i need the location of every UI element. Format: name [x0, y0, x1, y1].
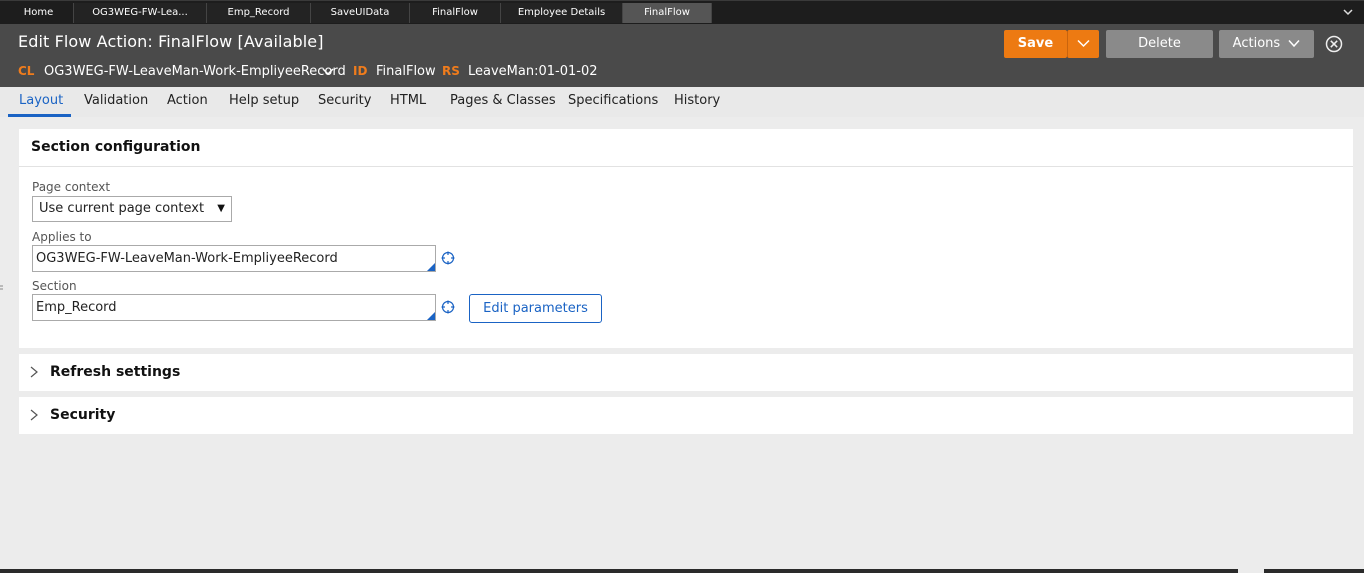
tab-layout[interactable]: Layout — [19, 93, 63, 108]
cl-value[interactable]: OG3WEG-FW-LeaveMan-Work-EmpliyeeRecord — [44, 64, 346, 79]
section-value: Emp_Record — [36, 300, 117, 315]
chevron-down-icon — [1288, 39, 1300, 48]
document-tab-strip: Home OG3WEG-FW-Lea... Emp_Record SaveUID… — [0, 0, 1364, 24]
tab-help-setup[interactable]: Help setup — [229, 93, 299, 108]
rule-form-tabs: Layout Validation Action Help setup Secu… — [0, 87, 1364, 117]
tab-employee-details[interactable]: Employee Details — [501, 3, 623, 23]
applies-to-label: Applies to — [32, 230, 92, 244]
rs-value[interactable]: LeaveMan:01-01-02 — [468, 64, 597, 79]
close-icon[interactable] — [1325, 35, 1343, 53]
crosshair-icon[interactable] — [441, 300, 455, 314]
actions-button[interactable]: Actions — [1219, 30, 1314, 58]
tab-action[interactable]: Action — [167, 93, 208, 108]
save-menu-button[interactable] — [1067, 30, 1099, 58]
id-value: FinalFlow — [376, 64, 436, 79]
tab-label: Emp_Record — [227, 7, 290, 18]
id-key: ID — [353, 64, 368, 78]
chevron-down-icon[interactable] — [322, 67, 334, 77]
tab-history[interactable]: History — [674, 93, 720, 108]
refresh-settings-panel[interactable]: Refresh settings — [19, 354, 1353, 391]
section-label: Section — [32, 279, 77, 293]
active-tab-indicator — [8, 114, 71, 117]
autocomplete-corner-icon — [427, 312, 435, 320]
applies-to-value: OG3WEG-FW-LeaveMan-Work-EmpliyeeRecord — [36, 251, 338, 266]
tab-label: OG3WEG-FW-Lea... — [92, 7, 188, 18]
chevron-down-icon — [1077, 39, 1090, 48]
page-title: Edit Flow Action: FinalFlow [Available] — [18, 32, 324, 51]
tab-label: FinalFlow — [432, 7, 478, 18]
tab-pages-classes[interactable]: Pages & Classes — [450, 93, 556, 108]
tab-overflow-chevron-icon[interactable] — [1342, 6, 1354, 18]
tab-label: Employee Details — [517, 7, 606, 18]
tab-saveuidata[interactable]: SaveUIData — [311, 3, 410, 23]
tab-label: FinalFlow — [644, 7, 690, 18]
tab-html[interactable]: HTML — [390, 93, 426, 108]
tab-validation[interactable]: Validation — [84, 93, 148, 108]
actions-label: Actions — [1232, 36, 1281, 51]
tab-specifications[interactable]: Specifications — [568, 93, 658, 108]
chevron-right-icon — [30, 409, 38, 421]
page-context-value: Use current page context — [39, 201, 205, 216]
panel-title: Section configuration — [31, 139, 201, 155]
tab-label: SaveUIData — [330, 7, 390, 18]
dropdown-arrow-icon: ▼ — [217, 203, 225, 214]
autocomplete-corner-icon — [427, 263, 435, 271]
bottom-border-gap — [1238, 569, 1264, 573]
tab-label: Home — [23, 7, 54, 18]
applies-to-input[interactable]: OG3WEG-FW-LeaveMan-Work-EmpliyeeRecord — [32, 245, 436, 272]
tab-finalflow[interactable]: FinalFlow — [410, 3, 501, 23]
page-context-label: Page context — [32, 180, 111, 194]
panel-header: Section configuration — [19, 129, 1353, 167]
page-context-select[interactable]: Use current page context ▼ — [32, 196, 232, 222]
tab-security[interactable]: Security — [318, 93, 371, 108]
chevron-right-icon — [30, 366, 38, 378]
security-panel[interactable]: Security — [19, 397, 1353, 434]
delete-button[interactable]: Delete — [1106, 30, 1213, 58]
security-title: Security — [50, 407, 116, 423]
save-button[interactable]: Save — [1004, 30, 1067, 58]
edit-parameters-button[interactable]: Edit parameters — [469, 294, 602, 323]
refresh-settings-title: Refresh settings — [50, 364, 181, 380]
crosshair-icon[interactable] — [441, 251, 455, 265]
section-input[interactable]: Emp_Record — [32, 294, 436, 321]
rs-key: RS — [442, 64, 460, 78]
section-configuration-panel: Section configuration Page context Use c… — [19, 129, 1353, 348]
tab-emp-record[interactable]: Emp_Record — [207, 3, 311, 23]
tab-finalflow-active[interactable]: FinalFlow — [623, 3, 712, 23]
tab-home[interactable]: Home — [4, 3, 74, 23]
rule-header: Edit Flow Action: FinalFlow [Available] … — [0, 24, 1364, 87]
tab-og3weg[interactable]: OG3WEG-FW-Lea... — [74, 3, 207, 23]
cl-key: CL — [18, 64, 35, 78]
resize-handle-icon[interactable] — [0, 282, 3, 294]
bottom-border — [0, 569, 1364, 573]
